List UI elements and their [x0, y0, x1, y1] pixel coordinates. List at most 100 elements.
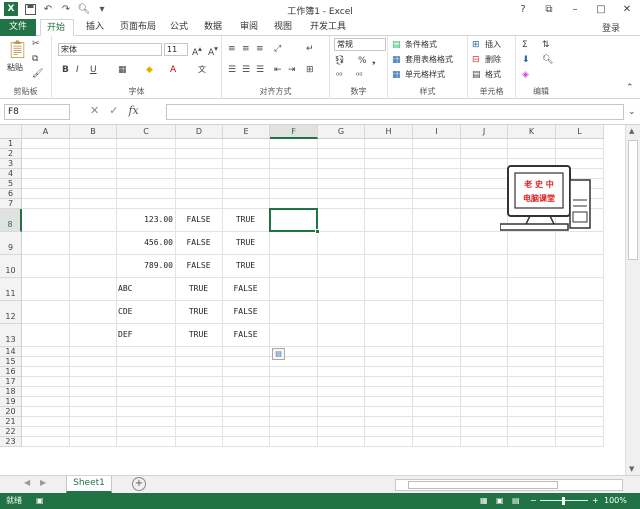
row-header-15[interactable]: 15: [0, 357, 22, 367]
row-header-2[interactable]: 2: [0, 149, 22, 159]
decrease-decimal-icon[interactable]: ⁰⁰: [356, 70, 362, 82]
hscroll-thumb[interactable]: [408, 481, 558, 489]
align-middle-icon[interactable]: ≡: [242, 43, 250, 55]
sign-in-link[interactable]: 登录: [602, 21, 620, 34]
align-left-icon[interactable]: ☰: [228, 64, 236, 76]
row-header-20[interactable]: 20: [0, 407, 22, 417]
format-as-table-button[interactable]: 套用表格格式: [405, 54, 453, 66]
sort-filter-icon[interactable]: ⇅: [542, 39, 550, 51]
cell-c8[interactable]: 123.00: [118, 214, 173, 226]
paste-label[interactable]: 粘贴: [7, 62, 23, 74]
underline-button[interactable]: U: [90, 64, 97, 76]
zoom-out-button[interactable]: −: [530, 493, 537, 509]
tab-view[interactable]: 视图: [268, 19, 298, 36]
cell-c13[interactable]: DEF: [118, 329, 173, 341]
tab-review[interactable]: 审阅: [234, 19, 264, 36]
row-header-18[interactable]: 18: [0, 387, 22, 397]
cell-e9[interactable]: TRUE: [224, 237, 267, 249]
copy-icon[interactable]: ⧉: [32, 53, 38, 65]
font-size-select[interactable]: 11: [164, 43, 188, 56]
align-top-icon[interactable]: ≡: [228, 43, 236, 55]
insert-cells-icon[interactable]: ⊞: [472, 39, 480, 51]
cell-c11[interactable]: ABC: [118, 283, 173, 295]
row-header-3[interactable]: 3: [0, 159, 22, 169]
currency-icon[interactable]: 💱︎: [334, 55, 345, 67]
tab-data[interactable]: 数据: [198, 19, 228, 36]
number-format-select[interactable]: 常规: [334, 38, 386, 51]
border-icon[interactable]: ▦: [118, 64, 127, 76]
row-header-9[interactable]: 9: [0, 232, 22, 255]
cell-e10[interactable]: TRUE: [224, 260, 267, 272]
column-header-i[interactable]: I: [413, 125, 461, 139]
format-cells-button[interactable]: 格式: [485, 69, 501, 81]
zoom-in-button[interactable]: +: [592, 493, 599, 509]
row-header-22[interactable]: 22: [0, 427, 22, 437]
increase-decimal-icon[interactable]: ⁰⁰: [336, 70, 342, 82]
conditional-format-button[interactable]: 条件格式: [405, 39, 437, 51]
row-header-16[interactable]: 16: [0, 367, 22, 377]
row-header-23[interactable]: 23: [0, 437, 22, 447]
row-header-13[interactable]: 13: [0, 324, 22, 347]
row-header-5[interactable]: 5: [0, 179, 22, 189]
zoom-slider-thumb[interactable]: [562, 497, 565, 505]
active-cell-selection[interactable]: [269, 208, 318, 232]
fill-color-icon[interactable]: ◆: [146, 64, 153, 76]
close-button[interactable]: ✕: [616, 1, 638, 17]
vertical-scrollbar[interactable]: ▲ ▼: [625, 125, 640, 475]
increase-indent-icon[interactable]: ⇥: [288, 64, 296, 76]
cell-d12[interactable]: TRUE: [177, 306, 220, 318]
scroll-up-icon[interactable]: ▲: [629, 127, 634, 135]
grow-font-icon[interactable]: A▴: [192, 43, 202, 59]
help-button[interactable]: ?: [512, 1, 534, 17]
column-header-b[interactable]: B: [70, 125, 117, 139]
cell-d10[interactable]: FALSE: [177, 260, 220, 272]
phonetic-icon[interactable]: 文: [198, 64, 206, 76]
next-sheet-icon[interactable]: ▶: [40, 478, 46, 487]
name-box[interactable]: F8: [4, 104, 70, 120]
column-header-d[interactable]: D: [176, 125, 223, 139]
row-header-12[interactable]: 12: [0, 301, 22, 324]
fill-handle[interactable]: [315, 229, 320, 234]
row-header-6[interactable]: 6: [0, 189, 22, 199]
paste-icon[interactable]: 📋︎: [6, 40, 29, 60]
row-header-14[interactable]: 14: [0, 347, 22, 357]
minimize-button[interactable]: –: [564, 1, 586, 17]
new-sheet-button[interactable]: +: [132, 477, 146, 491]
tab-page-layout[interactable]: 页面布局: [114, 19, 162, 36]
ribbon-display-button[interactable]: ⧉: [538, 1, 560, 17]
cell-styles-button[interactable]: 单元格样式: [405, 69, 445, 81]
select-all-corner[interactable]: [0, 125, 22, 139]
column-header-h[interactable]: H: [365, 125, 413, 139]
cell-e12[interactable]: FALSE: [224, 306, 267, 318]
row-header-1[interactable]: 1: [0, 139, 22, 149]
autosum-icon[interactable]: Σ: [522, 39, 528, 51]
cell-e11[interactable]: FALSE: [224, 283, 267, 295]
formula-input[interactable]: [166, 104, 624, 120]
row-header-7[interactable]: 7: [0, 199, 22, 209]
column-header-j[interactable]: J: [461, 125, 508, 139]
format-as-table-icon[interactable]: ▦: [392, 54, 401, 66]
delete-cells-button[interactable]: 删除: [485, 54, 501, 66]
cell-e8[interactable]: TRUE: [224, 214, 267, 226]
align-right-icon[interactable]: ☰: [256, 64, 264, 76]
fill-icon[interactable]: ⬇: [522, 54, 530, 66]
cell-c12[interactable]: CDE: [118, 306, 173, 318]
collapse-ribbon-icon[interactable]: ⌃: [626, 82, 634, 94]
row-header-17[interactable]: 17: [0, 377, 22, 387]
page-break-view-icon[interactable]: ▤: [512, 493, 520, 509]
logo-image[interactable]: 老 史 中 电脑课堂: [499, 160, 594, 240]
clear-icon[interactable]: ◈: [522, 69, 529, 81]
align-center-icon[interactable]: ☰: [242, 64, 250, 76]
row-header-21[interactable]: 21: [0, 417, 22, 427]
column-header-g[interactable]: G: [318, 125, 365, 139]
tab-formulas[interactable]: 公式: [164, 19, 194, 36]
cut-icon[interactable]: ✂: [32, 38, 40, 50]
insert-function-icon[interactable]: fx: [128, 104, 138, 117]
row-header-19[interactable]: 19: [0, 397, 22, 407]
row-header-10[interactable]: 10: [0, 255, 22, 278]
normal-view-icon[interactable]: ▦: [480, 493, 488, 509]
merge-center-icon[interactable]: ⊞: [306, 64, 314, 76]
conditional-format-icon[interactable]: ▤: [392, 39, 401, 51]
comma-button[interactable]: ❟: [372, 55, 376, 67]
macro-record-icon[interactable]: ▣: [36, 493, 44, 509]
